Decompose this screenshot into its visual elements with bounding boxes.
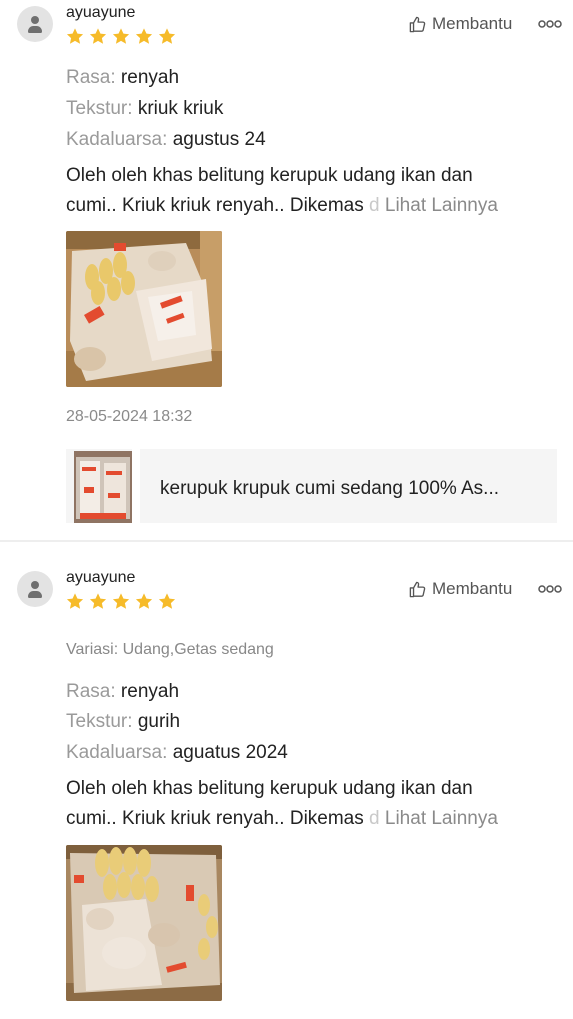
star-icon (112, 28, 130, 44)
star-rating (65, 592, 177, 611)
see-more-link[interactable]: Lihat Lainnya (385, 808, 498, 829)
product-thumbnail (74, 451, 132, 523)
star-rating (65, 27, 177, 46)
star-icon (66, 593, 84, 609)
helpful-label: Membantu (432, 14, 513, 33)
more-options-icon[interactable] (538, 19, 562, 29)
helpful-button[interactable]: Membantu (408, 14, 512, 34)
review-text: Oleh oleh khas belitung kerupuk udang ik… (66, 778, 498, 829)
attribute-taste: Rasa: renyah (66, 67, 180, 88)
star-icon (158, 593, 176, 609)
attribute-texture: Tekstur: gurih (66, 711, 181, 732)
star-icon (135, 593, 153, 609)
review-photo[interactable] (66, 231, 222, 387)
star-icon (158, 28, 176, 44)
star-icon (112, 593, 130, 609)
product-name: kerupuk krupuk cumi sedang 100% As... (160, 478, 500, 499)
review-timestamp: 28-05-2024 18:32 (66, 408, 193, 425)
see-more-link[interactable]: Lihat Lainnya (385, 195, 498, 216)
review-photo[interactable] (66, 845, 222, 1001)
review-item: ayuayune Membantu Rasa: renyah Tekstur: … (0, 0, 573, 540)
user-avatar-icon[interactable] (17, 571, 53, 607)
star-icon (89, 593, 107, 609)
star-icon (66, 28, 84, 44)
product-card[interactable]: kerupuk krupuk cumi sedang 100% As... (66, 449, 557, 523)
review-divider (0, 540, 573, 542)
thumbs-up-icon (409, 581, 426, 597)
user-avatar-icon[interactable] (17, 6, 53, 42)
star-icon (89, 28, 107, 44)
review-text: Oleh oleh khas belitung kerupuk udang ik… (66, 165, 498, 216)
attribute-expiry: Kadaluarsa: agustus 24 (66, 129, 266, 150)
reviewer-name[interactable]: ayuayune (66, 569, 135, 587)
helpful-button[interactable]: Membantu (408, 579, 512, 599)
attribute-expiry: Kadaluarsa: aguatus 2024 (66, 742, 288, 763)
attribute-texture: Tekstur: kriuk kriuk (66, 98, 224, 119)
attribute-taste: Rasa: renyah (66, 681, 180, 702)
review-variant: Variasi: Udang,Getas sedang (66, 641, 274, 658)
helpful-label: Membantu (432, 579, 513, 598)
more-options-icon[interactable] (538, 584, 562, 594)
reviewer-name[interactable]: ayuayune (66, 4, 135, 22)
review-item: ayuayune Membantu Variasi: Udang,Getas s… (0, 552, 573, 1019)
star-icon (135, 28, 153, 44)
thumbs-up-icon (409, 16, 426, 32)
